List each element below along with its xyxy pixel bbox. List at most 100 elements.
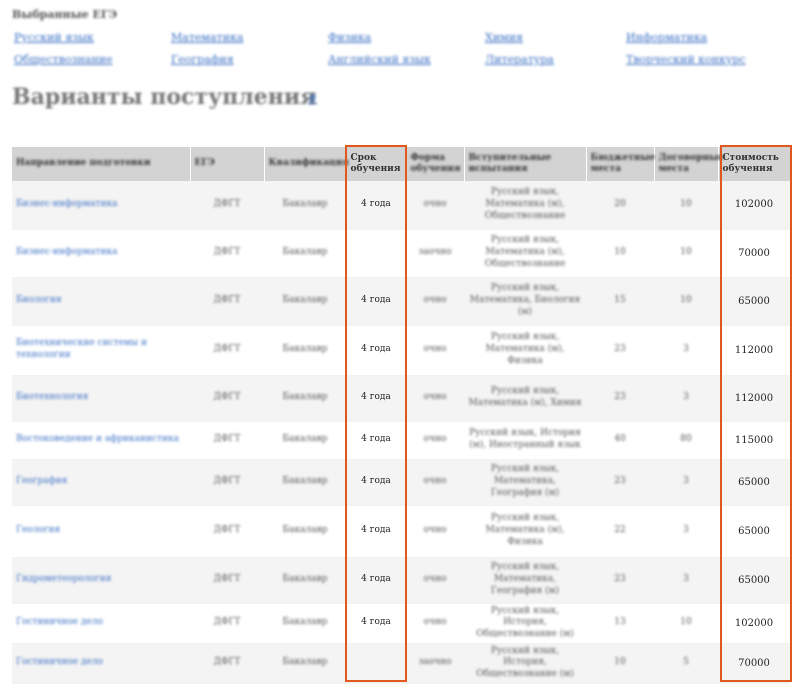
tuition-cost: 65000 <box>718 557 790 604</box>
program-name-link[interactable]: Гидрометеорология <box>12 557 190 604</box>
tuition-cost: 65000 <box>718 459 790 506</box>
paid-places: 3 <box>654 325 718 376</box>
budget-places: 40 <box>586 421 654 460</box>
subject-link[interactable]: Математика <box>171 31 243 44</box>
entrance-exams: Русский язык, История, Обществознание (м… <box>464 603 586 644</box>
study-form: очно <box>406 421 464 460</box>
column-header: Вступительные испытания <box>464 147 587 181</box>
paid-places: 10 <box>654 277 718 326</box>
qualification: Бакалавр <box>264 325 346 376</box>
program-name-link[interactable]: Геология <box>12 505 190 558</box>
tuition-cost: 115000 <box>718 421 790 460</box>
program-name-link[interactable]: География <box>12 459 190 506</box>
paid-places: 5 <box>654 643 718 684</box>
qualification: Бакалавр <box>264 181 346 230</box>
anchor-link[interactable]: # <box>308 92 317 105</box>
subject-link[interactable]: География <box>171 53 234 66</box>
subject-link[interactable]: Химия <box>485 31 523 44</box>
study-term: 4 года <box>346 505 406 558</box>
program-name-link[interactable]: Биотехнические системы и технологии <box>12 325 190 376</box>
column-header: Бюджетные места <box>586 147 655 181</box>
program-name-link[interactable]: Востоковедение и африканистика <box>12 421 190 460</box>
ege-code: ДФГТ <box>190 603 264 644</box>
ege-code: ДФГТ <box>190 505 264 558</box>
ege-code: ДФГТ <box>190 421 264 460</box>
program-name-link[interactable]: Биотехнология <box>12 375 190 422</box>
subject-link[interactable]: Литература <box>485 53 554 66</box>
study-term: 4 года <box>346 375 406 422</box>
study-form: очно <box>406 557 464 604</box>
paid-places: 3 <box>654 375 718 422</box>
budget-places: 13 <box>586 603 654 644</box>
study-form: очно <box>406 459 464 506</box>
entrance-exams: Русский язык, Математика (м), Физика <box>464 325 586 376</box>
subject-link[interactable]: Обществознание <box>14 53 113 66</box>
column-header-cost: Стоимость обучения <box>718 147 791 181</box>
paid-places: 10 <box>654 229 718 278</box>
table-row: Гостиничное дело ДФГТ Бакалавр 4 года очно Ру… <box>12 603 790 644</box>
ege-code: ДФГТ <box>190 325 264 376</box>
study-form: очно <box>406 505 464 558</box>
ege-code: ДФГТ <box>190 181 264 230</box>
program-name-link[interactable]: Гостиничное дело <box>12 643 190 684</box>
study-term: 4 года <box>346 277 406 326</box>
table-row: Геология ДФГТ Бакалавр 4 года очно Русский яз… <box>12 505 790 558</box>
tuition-cost: 112000 <box>718 375 790 422</box>
qualification: Бакалавр <box>264 277 346 326</box>
selected-exams-title: Выбранные ЕГЭ <box>12 8 118 21</box>
entrance-exams: Русский язык, Математика, География (м) <box>464 557 586 604</box>
study-form: очно <box>406 603 464 644</box>
table-row: Биотехнология ДФГТ Бакалавр 4 года очно Русск… <box>12 375 790 422</box>
column-header: ЕГЭ <box>190 147 265 181</box>
study-term: 4 года <box>346 325 406 376</box>
tuition-cost: 65000 <box>718 277 790 326</box>
table-row: Гидрометеорология ДФГТ Бакалавр 4 года очно Р… <box>12 557 790 604</box>
qualification: Бакалавр <box>264 557 346 604</box>
table-row: Биотехнические системы и технологии ДФГТ Б… <box>12 325 790 376</box>
table-row: Гостиничное дело ДФГТ Бакалавр заочно Русски… <box>12 643 790 684</box>
program-name-link[interactable]: Бизнес-информатика <box>12 229 190 278</box>
table-header-row: Направление подготовки ЕГЭ Квалификация … <box>12 147 791 181</box>
study-form: очно <box>406 277 464 326</box>
qualification: Бакалавр <box>264 459 346 506</box>
tuition-cost: 70000 <box>718 229 790 278</box>
study-form: заочно <box>406 643 464 684</box>
column-header: Договорные места <box>654 147 724 181</box>
program-name-link[interactable]: Бизнес-информатика <box>12 181 190 230</box>
subject-link[interactable]: Творческий конкурс <box>626 53 746 66</box>
subject-link[interactable]: Информатика <box>626 31 707 44</box>
subject-link[interactable]: Русский язык <box>14 31 94 44</box>
subject-link[interactable]: Физика <box>328 31 371 44</box>
ege-code: ДФГТ <box>190 557 264 604</box>
column-header-term: Срок обучения <box>346 147 407 181</box>
paid-places: 10 <box>654 181 718 230</box>
program-name-link[interactable]: Гостиничное дело <box>12 603 190 644</box>
tuition-cost: 70000 <box>718 643 790 684</box>
qualification: Бакалавр <box>264 229 346 278</box>
study-term: 4 года <box>346 603 406 644</box>
subject-links: Русский язык Математика Физика Химия Инф… <box>14 31 794 75</box>
entrance-exams: Русский язык, Математика (м), Физика <box>464 505 586 558</box>
subject-link[interactable]: Английский язык <box>328 53 431 66</box>
ege-code: ДФГТ <box>190 375 264 422</box>
table-row: Бизнес-информатика ДФГТ Бакалавр 4 года очно… <box>12 181 790 230</box>
qualification: Бакалавр <box>264 505 346 558</box>
study-term: 4 года <box>346 421 406 460</box>
entrance-exams: Русский язык, История (м), Иностранный я… <box>464 421 586 460</box>
study-term: 4 года <box>346 557 406 604</box>
table-row: География ДФГТ Бакалавр 4 года очно Русский я… <box>12 459 790 506</box>
qualification: Бакалавр <box>264 375 346 422</box>
entrance-exams: Русский язык, Математика, Биология (м) <box>464 277 586 326</box>
table-row: Биология ДФГТ Бакалавр 4 года очно Русский яз… <box>12 277 790 326</box>
budget-places: 15 <box>586 277 654 326</box>
column-header: Форма обучения <box>406 147 465 181</box>
budget-places: 23 <box>586 325 654 376</box>
study-term <box>346 643 406 684</box>
entrance-exams: Русский язык, Математика (м), Обществозн… <box>464 181 586 230</box>
budget-places: 20 <box>586 181 654 230</box>
study-term <box>346 229 406 278</box>
tuition-cost: 65000 <box>718 505 790 558</box>
tuition-cost: 112000 <box>718 325 790 376</box>
program-name-link[interactable]: Биология <box>12 277 190 326</box>
study-form: очно <box>406 375 464 422</box>
